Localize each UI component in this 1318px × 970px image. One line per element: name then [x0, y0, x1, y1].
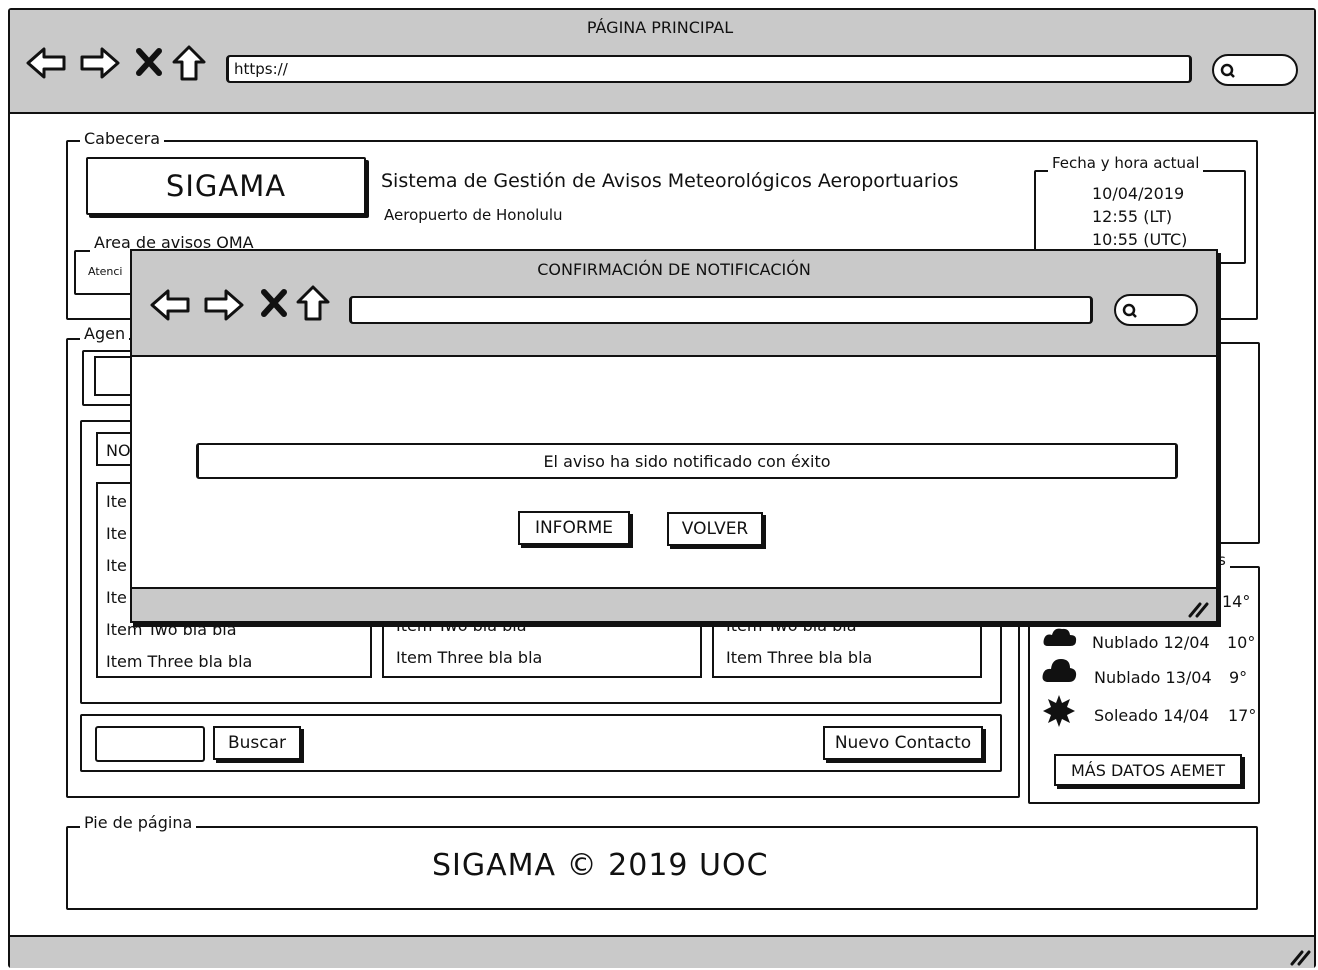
forecast-temp-1: 14° — [1222, 592, 1251, 611]
back-button[interactable]: VOLVER — [667, 512, 763, 546]
modal-close-x-icon[interactable] — [261, 289, 287, 317]
home-icon[interactable] — [172, 44, 206, 82]
modal-address-bar[interactable] — [349, 296, 1093, 324]
modal-title: CONFIRMACIÓN DE NOTIFICACIÓN — [537, 260, 811, 279]
modal-search-pill[interactable] — [1114, 294, 1198, 326]
modal-forward-arrow-icon[interactable] — [204, 288, 244, 322]
main-statusbar — [10, 935, 1314, 968]
footer-legend: Pie de página — [80, 814, 197, 832]
agenda-tab-label: NO — [106, 441, 131, 460]
system-name: Sistema de Gestión de Avisos Meteorológi… — [381, 170, 959, 192]
address-bar[interactable]: https:// — [226, 55, 1192, 83]
notification-message-box: El aviso ha sido notificado con éxito — [196, 443, 1178, 479]
datetime-legend: Fecha y hora actual — [1048, 154, 1204, 172]
forecast-label-3: Nublado 13/04 — [1094, 668, 1212, 687]
forecast-temp-2: 10° — [1227, 633, 1256, 652]
forecast-label-4: Soleado 14/04 — [1094, 706, 1210, 725]
address-bar-url: https:// — [234, 60, 288, 78]
resize-grip-icon[interactable] — [1288, 946, 1311, 966]
current-date: 10/04/2019 — [1092, 184, 1185, 203]
forecast-temp-3: 9° — [1229, 668, 1248, 687]
logo-box: SIGAMA — [86, 157, 366, 215]
close-x-icon[interactable] — [136, 48, 162, 76]
cloud-icon — [1042, 659, 1077, 682]
window-title: PÁGINA PRINCIPAL — [586, 18, 734, 37]
report-button[interactable]: INFORME — [518, 511, 630, 545]
sun-icon — [1043, 695, 1075, 727]
cloud-icon — [1043, 628, 1077, 646]
more-aemet-button[interactable]: MÁS DATOS AEMET — [1054, 754, 1242, 786]
logo-text: SIGAMA — [165, 169, 287, 203]
search-icon — [1220, 63, 1235, 78]
list-item[interactable]: Item Three bla bla — [98, 646, 370, 676]
modal-statusbar — [132, 587, 1216, 621]
search-button[interactable]: Buscar — [213, 726, 301, 760]
oma-text: Atenci — [88, 265, 123, 278]
browser-search-pill[interactable] — [1212, 54, 1298, 86]
contact-search-input[interactable] — [95, 726, 205, 762]
back-arrow-icon[interactable] — [26, 46, 66, 80]
modal-back-arrow-icon[interactable] — [150, 288, 190, 322]
forecast-label-2: Nublado 12/04 — [1092, 633, 1210, 652]
list-item[interactable]: Item Three bla bla — [714, 642, 980, 674]
footer-text: SIGAMA © 2019 UOC — [432, 848, 769, 883]
agenda-legend: Agen — [80, 325, 130, 343]
forward-arrow-icon[interactable] — [80, 46, 120, 80]
header-legend: Cabecera — [80, 130, 164, 148]
utc-time: 10:55 (UTC) — [1092, 230, 1188, 249]
new-contact-button[interactable]: Nuevo Contacto — [823, 726, 983, 760]
modal-resize-grip-icon[interactable] — [1186, 598, 1209, 618]
forecast-temp-4: 17° — [1228, 706, 1257, 725]
list-item[interactable]: Item Three bla bla — [384, 642, 700, 674]
search-icon — [1122, 303, 1137, 318]
airport-name: Aeropuerto de Honolulu — [384, 206, 563, 224]
local-time: 12:55 (LT) — [1092, 207, 1173, 226]
modal-home-icon[interactable] — [296, 284, 330, 322]
notification-message: El aviso ha sido notificado con éxito — [543, 451, 831, 471]
